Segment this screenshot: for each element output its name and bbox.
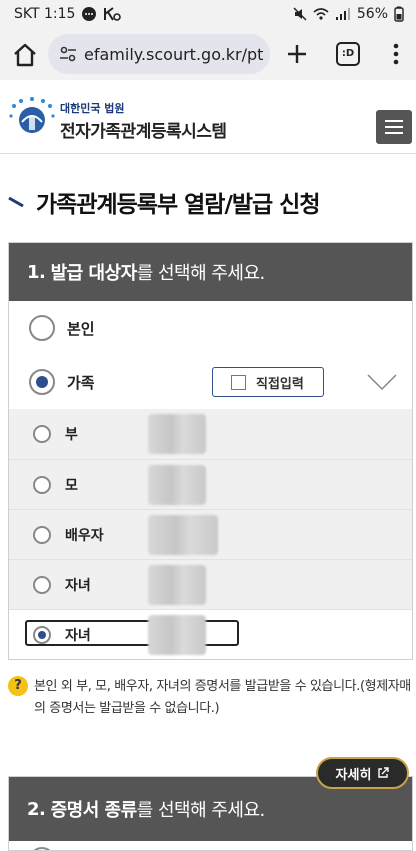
direct-input-button[interactable]: 직접입력 <box>212 367 324 397</box>
family-member-row[interactable]: 모 <box>9 459 412 509</box>
logo-subtitle: 대한민국 법원 <box>60 102 125 115</box>
logo-title[interactable]: 전자가족관계등록시스템 <box>60 117 227 142</box>
section-heading-rest: 를 선택해 주세요. <box>136 800 266 821</box>
notice-text: 본인 외 부, 모, 배우자, 자녀의 증명서를 발급받을 수 있습니다.(형제… <box>34 679 411 716</box>
info-notice: ? 본인 외 부, 모, 배우자, 자녀의 증명서를 발급받을 수 있습니다.(… <box>8 676 412 720</box>
member-label: 부 <box>65 427 78 443</box>
blurred-name <box>148 414 206 454</box>
family-member-row[interactable]: 배우자 <box>9 509 412 559</box>
section-heading-rest: 를 선택해 주세요. <box>136 263 266 284</box>
member-label: 배우자 <box>65 527 104 544</box>
message-icon <box>82 7 97 21</box>
family-member-row[interactable]: 부 <box>9 409 412 459</box>
option-label-family: 가족 <box>67 373 95 392</box>
radio-family[interactable] <box>29 369 55 395</box>
status-bar: SKT 1:15 56% <box>0 0 416 30</box>
radio-partial[interactable] <box>29 847 55 850</box>
question-icon: ? <box>8 676 28 696</box>
blurred-name <box>148 615 206 655</box>
title-bullet-icon <box>8 196 24 208</box>
selection-focus-outline <box>25 620 239 646</box>
option-family[interactable]: 가족 직접입력 <box>9 355 412 409</box>
radio-self[interactable] <box>29 315 55 341</box>
member-label: 자녀 <box>65 577 91 594</box>
detail-button-label: 자세히 <box>335 767 372 783</box>
site-settings-icon[interactable] <box>58 44 78 64</box>
battery-percent: 56% <box>356 6 388 22</box>
radio-father[interactable] <box>33 425 51 443</box>
family-member-row-selected[interactable]: 자녀 <box>9 609 412 659</box>
blurred-name <box>148 515 218 555</box>
blurred-name <box>148 465 206 505</box>
new-tab-icon[interactable] <box>283 40 311 68</box>
hamburger-menu-button[interactable] <box>376 110 412 144</box>
option-self[interactable]: 본인 <box>9 301 412 355</box>
checkbox-icon[interactable] <box>231 374 246 390</box>
wifi-icon <box>313 8 329 20</box>
url-text: efamily.scourt.go.kr/pt <box>84 44 264 64</box>
external-link-icon <box>378 767 390 778</box>
radio-spouse[interactable] <box>33 525 51 544</box>
court-emblem-logo[interactable] <box>8 96 56 138</box>
address-bar[interactable]: efamily.scourt.go.kr/pt <box>48 34 270 74</box>
home-icon[interactable] <box>10 40 40 70</box>
section-number: 2. <box>27 798 46 820</box>
menu-line-icon <box>385 120 403 122</box>
page-title-row: 가족관계등록부 열람/발급 신청 <box>8 185 320 219</box>
section-heading: 1. 발급 대상자 를 선택해 주세요. <box>9 243 412 301</box>
site-header: 대한민국 법원 전자가족관계등록시스템 <box>0 80 416 154</box>
detail-button[interactable]: 자세히 <box>316 757 409 789</box>
radio-child[interactable] <box>33 575 51 594</box>
menu-line-icon <box>385 126 403 128</box>
signal-icon <box>335 8 350 20</box>
radio-mother[interactable] <box>33 475 51 494</box>
battery-icon <box>394 6 404 22</box>
page-title: 가족관계등록부 열람/발급 신청 <box>36 192 320 218</box>
recipient-section: 1. 발급 대상자를 선택해 주세요. 본인 가족 직접입력 부 모 배우자 <box>8 242 413 660</box>
option-label-self: 본인 <box>67 319 95 338</box>
menu-line-icon <box>385 132 403 134</box>
section-heading-bold: 발급 대상자 <box>50 263 138 284</box>
member-label: 모 <box>65 477 78 494</box>
browser-toolbar: efamily.scourt.go.kr/pt :D <box>0 30 416 80</box>
family-member-list: 부 모 배우자 자녀 자녀 <box>9 409 412 659</box>
app-notification-icon <box>104 7 122 21</box>
tab-switcher-button[interactable]: :D <box>336 42 360 66</box>
direct-input-label: 직접입력 <box>256 376 304 392</box>
section-heading-bold: 증명서 종류 <box>50 800 138 821</box>
family-member-row[interactable]: 자녀 <box>9 559 412 609</box>
chevron-down-icon[interactable] <box>367 373 397 391</box>
blurred-name <box>148 565 206 605</box>
status-carrier-time: SKT 1:15 <box>14 6 76 22</box>
mute-icon <box>293 7 307 21</box>
more-options-icon[interactable] <box>388 40 404 68</box>
section-number: 1. <box>27 261 46 283</box>
radio-child-selected[interactable] <box>33 625 51 644</box>
